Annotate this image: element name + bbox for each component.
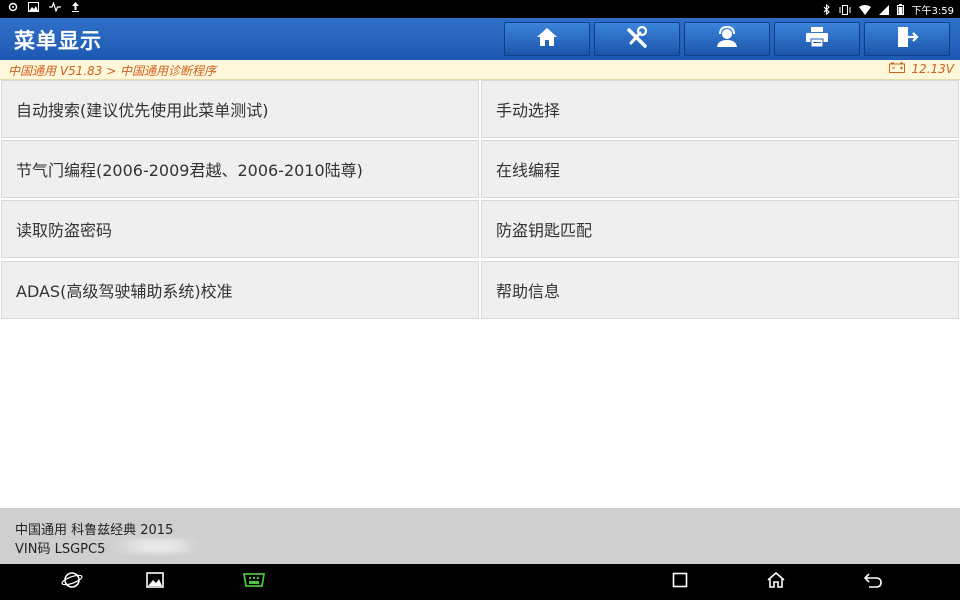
menu-item-label: 节气门编程(2006-2009君越、2006-2010陆尊) — [16, 161, 363, 180]
upload-notification-icon — [71, 2, 80, 12]
signal-icon — [878, 4, 889, 15]
menu-item-key-matching[interactable]: 防盗钥匙匹配 — [481, 200, 959, 258]
menu-item-label: 手动选择 — [496, 101, 561, 120]
menu-item-online-programming[interactable]: 在线编程 — [481, 140, 959, 198]
vehicle-model: 中国通用 科鲁兹经典 2015 — [15, 523, 174, 538]
home-outline-icon — [766, 571, 786, 593]
status-bar: 下午3:59 — [0, 0, 960, 18]
navigation-bar — [0, 564, 960, 600]
vci-button[interactable] — [240, 572, 268, 592]
gallery-button[interactable] — [144, 572, 166, 592]
browser-button[interactable] — [61, 572, 83, 592]
back-arrow-icon — [863, 572, 883, 592]
exit-icon — [895, 26, 919, 52]
vci-connector-icon — [240, 571, 268, 593]
image-notification-icon — [28, 2, 39, 12]
menu-item-manual-select[interactable]: 手动选择 — [481, 80, 959, 138]
voltage-value: 12.13V — [911, 62, 954, 76]
app-header: 菜单显示 — [0, 18, 960, 60]
clock-time: 下午3:59 — [911, 6, 954, 17]
vin-redaction — [112, 539, 198, 553]
battery-voltage: 12.13V — [889, 62, 954, 76]
headset-icon — [714, 25, 740, 52]
printer-icon — [805, 26, 829, 52]
recent-apps-button[interactable] — [669, 572, 691, 592]
menu-item-read-immo-code[interactable]: 读取防盗密码 — [1, 200, 479, 258]
wifi-icon — [858, 4, 871, 15]
menu-item-label: ADAS(高级驾驶辅助系统)校准 — [16, 282, 233, 301]
menu-item-adas-calibration[interactable]: ADAS(高级驾驶辅助系统)校准 — [1, 261, 479, 319]
browser-icon — [61, 571, 83, 593]
vehicle-vin: VIN码 LSGPC5 — [15, 542, 106, 557]
tools-icon — [625, 25, 649, 52]
menu-item-label: 在线编程 — [496, 161, 561, 180]
breadcrumb-path: 中国通用 V51.83 > 中国通用诊断程序 — [8, 64, 217, 78]
square-icon — [672, 572, 688, 592]
car-battery-icon — [889, 62, 906, 76]
vehicle-info-bar: 中国通用 科鲁兹经典 2015 VIN码 LSGPC5 — [0, 508, 960, 564]
settings-notification-icon — [8, 2, 18, 12]
vibrate-icon — [839, 4, 851, 15]
battery-icon — [896, 4, 904, 15]
page-title: 菜单显示 — [14, 29, 102, 53]
android-home-button[interactable] — [765, 571, 787, 593]
home-icon — [536, 27, 558, 51]
diagnose-tools-button[interactable] — [594, 22, 680, 56]
menu-item-label: 帮助信息 — [496, 282, 561, 301]
menu-item-label: 读取防盗密码 — [16, 221, 113, 240]
menu-item-help[interactable]: 帮助信息 — [481, 261, 959, 319]
support-button[interactable] — [684, 22, 770, 56]
print-button[interactable] — [774, 22, 860, 56]
menu-item-label: 自动搜索(建议优先使用此菜单测试) — [16, 101, 269, 120]
menu-item-auto-search[interactable]: 自动搜索(建议优先使用此菜单测试) — [1, 80, 479, 138]
menu-item-throttle-programming[interactable]: 节气门编程(2006-2009君越、2006-2010陆尊) — [1, 140, 479, 198]
gallery-icon — [146, 572, 164, 592]
menu-item-label: 防盗钥匙匹配 — [496, 221, 593, 240]
bluetooth-icon — [823, 4, 831, 15]
breadcrumb: 中国通用 V51.83 > 中国通用诊断程序 12.13V — [0, 60, 960, 80]
pulse-notification-icon — [49, 2, 61, 12]
back-button[interactable] — [862, 572, 884, 592]
home-button[interactable] — [504, 22, 590, 56]
exit-button[interactable] — [864, 22, 950, 56]
